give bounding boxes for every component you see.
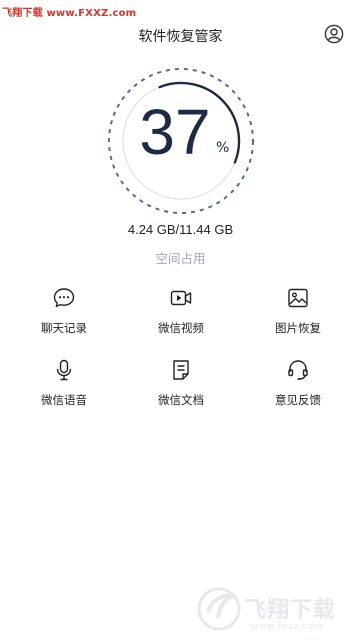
feature-wechat-video[interactable]: 微信视频	[126, 286, 236, 348]
watermark-top: 飞翔下载 www.FXXZ.com	[2, 8, 137, 19]
feature-label: 图片恢复	[275, 321, 321, 335]
user-profile-button[interactable]	[324, 24, 344, 44]
feature-label: 微信语音	[41, 393, 87, 407]
feature-chat-records[interactable]: 聊天记录	[9, 286, 119, 348]
watermark-logo-url: www.fxxz.com	[250, 622, 323, 632]
video-icon	[170, 290, 192, 306]
usage-percent-sign: %	[216, 140, 230, 156]
watermark-logo: 飞翔下载 www.fxxz.com	[196, 582, 356, 638]
watermark-logo-icon	[197, 587, 241, 631]
microphone-icon	[56, 359, 72, 381]
storage-usage-label: 空间占用	[155, 251, 206, 266]
feature-label: 意见反馈	[275, 393, 321, 407]
feature-feedback[interactable]: 意见反馈	[243, 358, 353, 420]
usage-percent: 37	[139, 96, 211, 168]
page-title: 软件恢复管家	[138, 29, 223, 45]
feature-label: 微信视频	[158, 321, 204, 335]
user-icon	[324, 24, 344, 44]
chat-icon	[53, 288, 75, 308]
document-icon	[173, 360, 189, 380]
feature-wechat-documents[interactable]: 微信文档	[126, 358, 236, 420]
image-icon	[288, 288, 308, 308]
feature-label: 微信文档	[158, 393, 204, 407]
feature-wechat-voice[interactable]: 微信语音	[9, 358, 119, 420]
feature-label: 聊天记录	[41, 321, 87, 335]
headset-icon	[288, 360, 308, 380]
storage-usage-text: 4.24 GB/11.44 GB	[127, 222, 234, 237]
feature-image-recovery[interactable]: 图片恢复	[243, 286, 353, 348]
watermark-logo-text: 飞翔下载	[244, 598, 337, 623]
